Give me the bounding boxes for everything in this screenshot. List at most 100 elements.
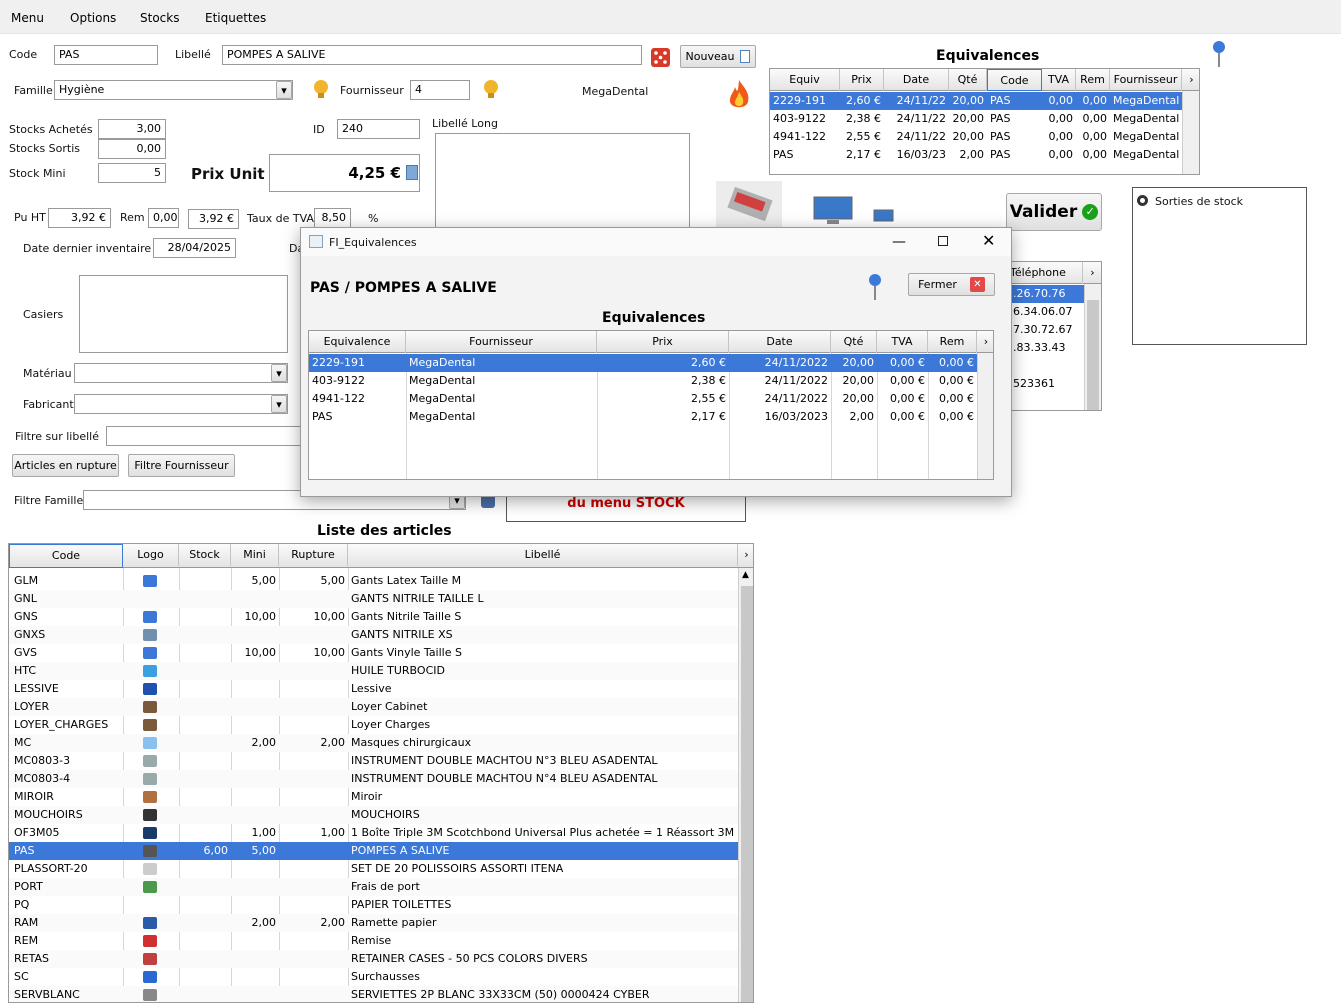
- pu-ht-field[interactable]: 3,92 €: [48, 208, 111, 228]
- table-row[interactable]: SERVBLANC SERVIETTES 2P BLANC 33X33CM (50…: [9, 986, 738, 1002]
- col-qte[interactable]: Qté: [949, 69, 987, 91]
- table-row[interactable]: 6.34.06.07: [1000, 303, 1084, 321]
- casiers-field[interactable]: [79, 275, 288, 353]
- col-date[interactable]: Date: [884, 69, 949, 91]
- menu-etiquettes[interactable]: Etiquettes: [205, 11, 266, 25]
- col-qte[interactable]: Qté: [831, 331, 877, 353]
- map-pin-icon[interactable]: [867, 273, 883, 304]
- table-row[interactable]: LESSIVE Lessive: [9, 680, 738, 698]
- col-rupture[interactable]: Rupture: [279, 544, 348, 566]
- table-row[interactable]: 4941-122 MegaDental 2,55 € 24/11/2022 20,00 0…: [309, 390, 977, 408]
- chevron-right-icon[interactable]: ›: [977, 331, 993, 353]
- articles-grid[interactable]: Code Logo Stock Mini Rupture Libellé › G…: [8, 543, 754, 1003]
- scrollbar[interactable]: [1084, 284, 1101, 410]
- close-icon[interactable]: ✕: [982, 231, 995, 250]
- chevron-right-icon[interactable]: ›: [1083, 262, 1101, 284]
- table-row[interactable]: PAS MegaDental 2,17 € 16/03/2023 2,00 0,00 € 0…: [309, 408, 977, 426]
- table-row[interactable]: [1000, 357, 1084, 375]
- chevron-up-icon[interactable]: ▲: [742, 570, 749, 580]
- menu-stocks[interactable]: Stocks: [140, 11, 179, 25]
- table-row[interactable]: MC 2,00 2,00 Masques chirurgicaux: [9, 734, 738, 752]
- table-row[interactable]: GNS 10,00 10,00 Gants Nitrile Taille S: [9, 608, 738, 626]
- prix-unit-field[interactable]: 4,25 €: [269, 154, 420, 192]
- table-row[interactable]: HTC HUILE TURBOCID: [9, 662, 738, 680]
- id-field[interactable]: 240: [337, 119, 420, 139]
- table-row[interactable]: RETAS RETAINER CASES - 50 PCS COLORS DIVE…: [9, 950, 738, 968]
- fournisseur-field[interactable]: 4: [410, 80, 470, 100]
- scrollbar[interactable]: [1182, 91, 1199, 174]
- stock-mini-field[interactable]: 5: [98, 163, 166, 183]
- flame-icon[interactable]: [726, 78, 752, 115]
- libelle-long-field[interactable]: [435, 133, 690, 233]
- col-stock[interactable]: Stock: [179, 544, 231, 566]
- table-row[interactable]: LOYER_CHARGES Loyer Charges: [9, 716, 738, 734]
- table-row[interactable]: PLASSORT-20 SET DE 20 POLISSOIRS ASSORTI …: [9, 860, 738, 878]
- col-tva[interactable]: TVA: [877, 331, 928, 353]
- nouveau-button[interactable]: Nouveau: [680, 45, 756, 68]
- table-row[interactable]: 403-9122 2,38 € 24/11/22 20,00 PAS 0,00 0,00 Me…: [770, 110, 1182, 128]
- col-fournisseur[interactable]: Fournisseur: [1110, 69, 1182, 91]
- col-rem[interactable]: Rem: [1076, 69, 1110, 91]
- table-row[interactable]: MC0803-3 INSTRUMENT DOUBLE MACHTOU N°3 BL…: [9, 752, 738, 770]
- table-row[interactable]: PAS 2,17 € 16/03/23 2,00 PAS 0,00 0,00 MegaDent…: [770, 146, 1182, 164]
- table-row[interactable]: 2229-191 MegaDental 2,60 € 24/11/2022 20,00 0…: [309, 354, 977, 372]
- col-rem[interactable]: Rem: [928, 331, 977, 353]
- equivalences-grid[interactable]: Equiv Prix Date Qté Code TVA Rem Fournis…: [769, 68, 1200, 175]
- dice-icon[interactable]: [648, 44, 674, 70]
- col-fournisseur[interactable]: Fournisseur: [406, 331, 597, 353]
- table-row[interactable]: PAS 6,00 5,00 POMPES A SALIVE: [9, 842, 738, 860]
- table-row[interactable]: MC0803-4 INSTRUMENT DOUBLE MACHTOU N°4 BL…: [9, 770, 738, 788]
- chevron-right-icon[interactable]: ›: [1182, 69, 1199, 91]
- table-row[interactable]: REM Remise: [9, 932, 738, 950]
- chevron-right-icon[interactable]: ›: [738, 544, 753, 566]
- col-telephone[interactable]: Téléphone: [1000, 262, 1083, 284]
- phone-grid[interactable]: Téléphone › .26.70.76 6.34.06.07 7.30.72.6…: [1000, 261, 1102, 411]
- dialog-equivalences-grid[interactable]: Equivalence Fournisseur Prix Date Qté TV…: [308, 330, 994, 480]
- valider-button[interactable]: Valider ✓: [1006, 193, 1102, 231]
- famille-select[interactable]: Hygiène: [54, 80, 293, 100]
- table-row[interactable]: PORT Frais de port: [9, 878, 738, 896]
- dialog-scrollbar[interactable]: [977, 353, 993, 479]
- minimize-icon[interactable]: —: [892, 234, 906, 250]
- map-pin-icon[interactable]: [1211, 40, 1227, 71]
- sorties-radio[interactable]: [1137, 195, 1148, 206]
- table-row[interactable]: MIROIR Miroir: [9, 788, 738, 806]
- fabricant-dropdown-icon[interactable]: ▾: [271, 395, 287, 413]
- famille-dropdown-icon[interactable]: ▾: [276, 81, 292, 99]
- lightbulb-icon[interactable]: [482, 78, 500, 105]
- materiau-dropdown-icon[interactable]: ▾: [271, 364, 287, 382]
- rem-total-field[interactable]: 3,92 €: [188, 209, 239, 229]
- table-row[interactable]: 523361: [1000, 375, 1084, 393]
- col-libelle[interactable]: Libellé: [348, 544, 738, 566]
- table-row[interactable]: LOYER Loyer Cabinet: [9, 698, 738, 716]
- lightbulb-icon[interactable]: [312, 78, 330, 105]
- table-row[interactable]: 7.30.72.67: [1000, 321, 1084, 339]
- table-row[interactable]: OF3M05 1,00 1,00 1 Boîte Triple 3M Scotchbo…: [9, 824, 738, 842]
- table-row[interactable]: .83.33.43: [1000, 339, 1084, 357]
- table-row[interactable]: 403-9122 MegaDental 2,38 € 24/11/2022 20,00 0…: [309, 372, 977, 390]
- tva-field[interactable]: 8,50: [314, 208, 351, 228]
- col-code[interactable]: Code: [9, 544, 123, 568]
- col-date[interactable]: Date: [729, 331, 831, 353]
- stocks-sortis-field[interactable]: 0,00: [98, 139, 166, 159]
- table-row[interactable]: 2229-191 2,60 € 24/11/22 20,00 PAS 0,00 0,00 Me…: [770, 92, 1182, 110]
- col-equivalence[interactable]: Equivalence: [309, 331, 406, 353]
- maximize-icon[interactable]: [938, 236, 948, 246]
- table-row[interactable]: RAM 2,00 2,00 Ramette papier: [9, 914, 738, 932]
- table-row[interactable]: GVS 10,00 10,00 Gants Vinyle Taille S: [9, 644, 738, 662]
- table-row[interactable]: .26.70.76: [1000, 285, 1084, 303]
- fermer-button[interactable]: Fermer ✕: [908, 273, 995, 296]
- table-row[interactable]: MOUCHOIRS MOUCHOIRS: [9, 806, 738, 824]
- table-row[interactable]: GNL GANTS NITRILE TAILLE L: [9, 590, 738, 608]
- materiau-select[interactable]: [74, 363, 288, 383]
- fabricant-select[interactable]: [74, 394, 288, 414]
- table-row[interactable]: 4941-122 2,55 € 24/11/22 20,00 PAS 0,00 0,00 Me…: [770, 128, 1182, 146]
- col-prix[interactable]: Prix: [840, 69, 884, 91]
- col-prix[interactable]: Prix: [597, 331, 729, 353]
- col-equiv[interactable]: Equiv: [770, 69, 840, 91]
- libelle-field[interactable]: POMPES A SALIVE: [222, 45, 642, 65]
- col-tva[interactable]: TVA: [1042, 69, 1076, 91]
- table-row[interactable]: PQ PAPIER TOILETTES: [9, 896, 738, 914]
- date-inventaire-field[interactable]: 28/04/2025: [153, 238, 236, 258]
- col-mini[interactable]: Mini: [231, 544, 279, 566]
